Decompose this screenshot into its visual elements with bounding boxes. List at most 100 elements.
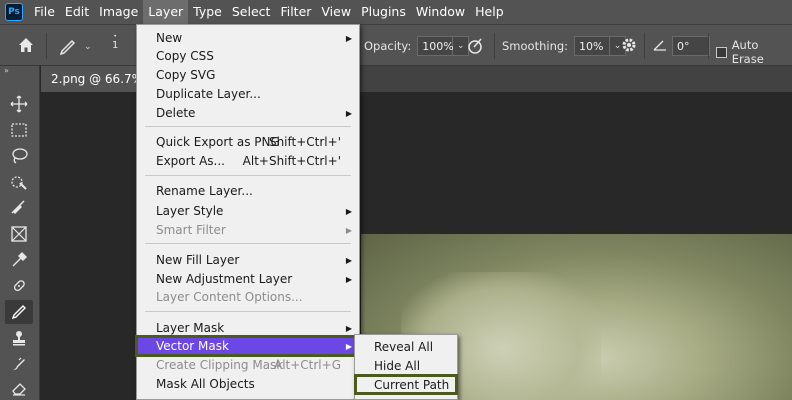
menu-item-duplicate-layer[interactable]: Duplicate Layer... xyxy=(137,85,359,103)
options-separator xyxy=(494,33,495,59)
pencil-tool-icon[interactable] xyxy=(5,300,33,324)
menu-item-label: New xyxy=(156,31,183,45)
submenu-arrow-icon: ▶ xyxy=(345,33,352,43)
submenu-arrow-icon: ▶ xyxy=(345,206,352,216)
eyedropper-tool-icon[interactable] xyxy=(5,248,33,272)
submenu-arrow-icon: ▶ xyxy=(345,225,352,235)
menu-item-new-fill-layer[interactable]: New Fill Layer ▶ xyxy=(137,251,359,269)
pressure-opacity-icon[interactable] xyxy=(465,36,485,56)
menu-filter[interactable]: Filter xyxy=(275,0,316,24)
submenu-item-hide-all[interactable]: Hide All xyxy=(355,356,457,375)
menu-item-label: New Adjustment Layer xyxy=(156,272,293,286)
menu-item-copy-css[interactable]: Copy CSS xyxy=(137,47,359,65)
menu-item-copy-svg[interactable]: Copy SVG xyxy=(137,66,359,84)
frame-tool-icon[interactable] xyxy=(5,222,33,246)
menu-item-label: Mask All Objects xyxy=(156,377,255,391)
menu-image[interactable]: Image xyxy=(94,0,143,24)
menu-separator xyxy=(145,175,351,176)
menu-layer[interactable]: Layer xyxy=(143,0,189,24)
menu-item-label: Vector Mask xyxy=(156,339,229,353)
opacity-input[interactable]: 100% xyxy=(417,36,454,56)
vector-mask-submenu: Reveal All Hide All Current Path xyxy=(354,334,458,400)
move-tool-icon[interactable] xyxy=(5,92,33,116)
menu-item-rename-layer[interactable]: Rename Layer... xyxy=(137,182,359,200)
menu-item-mask-all-objects[interactable]: Mask All Objects xyxy=(137,375,359,393)
menu-item-label: Export As... xyxy=(156,154,225,168)
menu-item-shortcut: Shift+Ctrl+' xyxy=(268,135,341,149)
menu-window[interactable]: Window xyxy=(411,0,470,24)
options-separator xyxy=(46,33,47,59)
menu-item-label: Copy SVG xyxy=(156,68,216,82)
menu-item-label: Copy CSS xyxy=(156,49,214,63)
options-separator xyxy=(644,33,645,59)
panel-collapse-icon[interactable]: » xyxy=(0,66,39,78)
menu-edit[interactable]: Edit xyxy=(60,0,94,24)
menu-item-quick-export[interactable]: Quick Export as PNG Shift+Ctrl+' xyxy=(137,133,359,151)
auto-erase-option[interactable]: Auto Erase xyxy=(716,38,792,66)
clone-stamp-tool-icon[interactable] xyxy=(5,326,33,350)
auto-erase-label: Auto Erase xyxy=(731,38,764,66)
menu-item-label: Duplicate Layer... xyxy=(156,87,261,101)
spot-healing-tool-icon[interactable] xyxy=(5,274,33,298)
crop-tool-icon[interactable] xyxy=(5,196,33,220)
angle-control: 0° xyxy=(652,36,710,56)
angle-icon xyxy=(652,37,668,56)
menu-item-create-clipping-mask[interactable]: Create Clipping Mask Alt+Ctrl+G xyxy=(137,356,359,374)
submenu-item-label: Hide All xyxy=(374,358,421,373)
menu-item-layer-mask[interactable]: Layer Mask ▶ xyxy=(137,319,359,337)
options-bar: ⌄ • 1 Opacity: 100% ⌄ Smoothing: 10% ⌄ 0… xyxy=(0,24,792,66)
submenu-item-current-path[interactable]: Current Path xyxy=(354,374,458,395)
brush-dot-icon: • xyxy=(113,33,117,40)
menu-bar: Ps File Edit Image Layer Type Select Fil… xyxy=(0,0,792,24)
menu-type[interactable]: Type xyxy=(188,0,227,24)
menu-item-label: Layer Content Options... xyxy=(156,290,303,304)
brush-size-value: 1 xyxy=(112,40,119,51)
menu-item-smart-filter[interactable]: Smart Filter ▶ xyxy=(137,221,359,239)
angle-input[interactable]: 0° xyxy=(672,36,710,56)
menu-plugins[interactable]: Plugins xyxy=(356,0,411,24)
submenu-item-label: Reveal All xyxy=(374,339,434,354)
menu-item-delete[interactable]: Delete ▶ xyxy=(137,104,359,122)
menu-item-label: Smart Filter xyxy=(156,223,226,237)
menu-item-label: New Fill Layer xyxy=(156,253,240,267)
menu-item-label: Layer Mask xyxy=(156,321,225,335)
menu-item-new-adjustment-layer[interactable]: New Adjustment Layer ▶ xyxy=(137,270,359,288)
menu-select[interactable]: Select xyxy=(227,0,276,24)
menu-item-layer-style[interactable]: Layer Style ▶ xyxy=(137,202,359,220)
menu-file[interactable]: File xyxy=(29,0,60,24)
menu-item-export-as[interactable]: Export As... Alt+Shift+Ctrl+' xyxy=(137,152,359,170)
menu-item-shortcut: Alt+Shift+Ctrl+' xyxy=(242,154,341,168)
menu-item-label: Quick Export as PNG xyxy=(156,135,280,149)
lasso-tool-icon[interactable] xyxy=(5,144,33,168)
photoshop-logo-icon: Ps xyxy=(5,3,23,21)
submenu-arrow-icon: ▶ xyxy=(345,255,352,265)
tool-preset-picker[interactable]: ⌄ xyxy=(58,35,92,58)
smoothing-label: Smoothing: xyxy=(502,39,569,53)
menu-item-vector-mask[interactable]: Vector Mask ▶ xyxy=(135,335,361,357)
smoothing-input[interactable]: 10% xyxy=(574,36,611,56)
submenu-arrow-icon: ▶ xyxy=(345,323,352,333)
menu-item-label: Create Clipping Mask xyxy=(156,358,284,372)
menu-item-label: Delete xyxy=(156,106,196,120)
submenu-arrow-icon: ▶ xyxy=(345,108,352,118)
brush-size-preview[interactable]: • 1 xyxy=(112,33,118,51)
menu-item-new[interactable]: New ▶ xyxy=(137,29,359,47)
submenu-arrow-icon: ▶ xyxy=(345,341,352,351)
submenu-arrow-icon: ▶ xyxy=(345,274,352,284)
eraser-tool-icon[interactable] xyxy=(5,376,33,400)
opacity-control: Opacity: 100% ⌄ xyxy=(364,36,470,56)
options-separator xyxy=(708,33,709,59)
menu-item-layer-content-options[interactable]: Layer Content Options... xyxy=(137,288,359,306)
quick-selection-tool-icon[interactable] xyxy=(5,170,33,194)
auto-erase-checkbox[interactable] xyxy=(716,46,727,58)
submenu-item-reveal-all[interactable]: Reveal All xyxy=(355,337,457,356)
menu-item-shortcut: Alt+Ctrl+G xyxy=(273,358,341,372)
history-brush-tool-icon[interactable] xyxy=(5,352,33,376)
gear-icon[interactable] xyxy=(620,36,638,54)
menu-help[interactable]: Help xyxy=(470,0,509,24)
menu-view[interactable]: View xyxy=(316,0,356,24)
home-icon[interactable] xyxy=(16,35,36,55)
opacity-label: Opacity: xyxy=(364,39,412,53)
tools-panel: » xyxy=(0,66,40,400)
marquee-tool-icon[interactable] xyxy=(5,118,33,142)
